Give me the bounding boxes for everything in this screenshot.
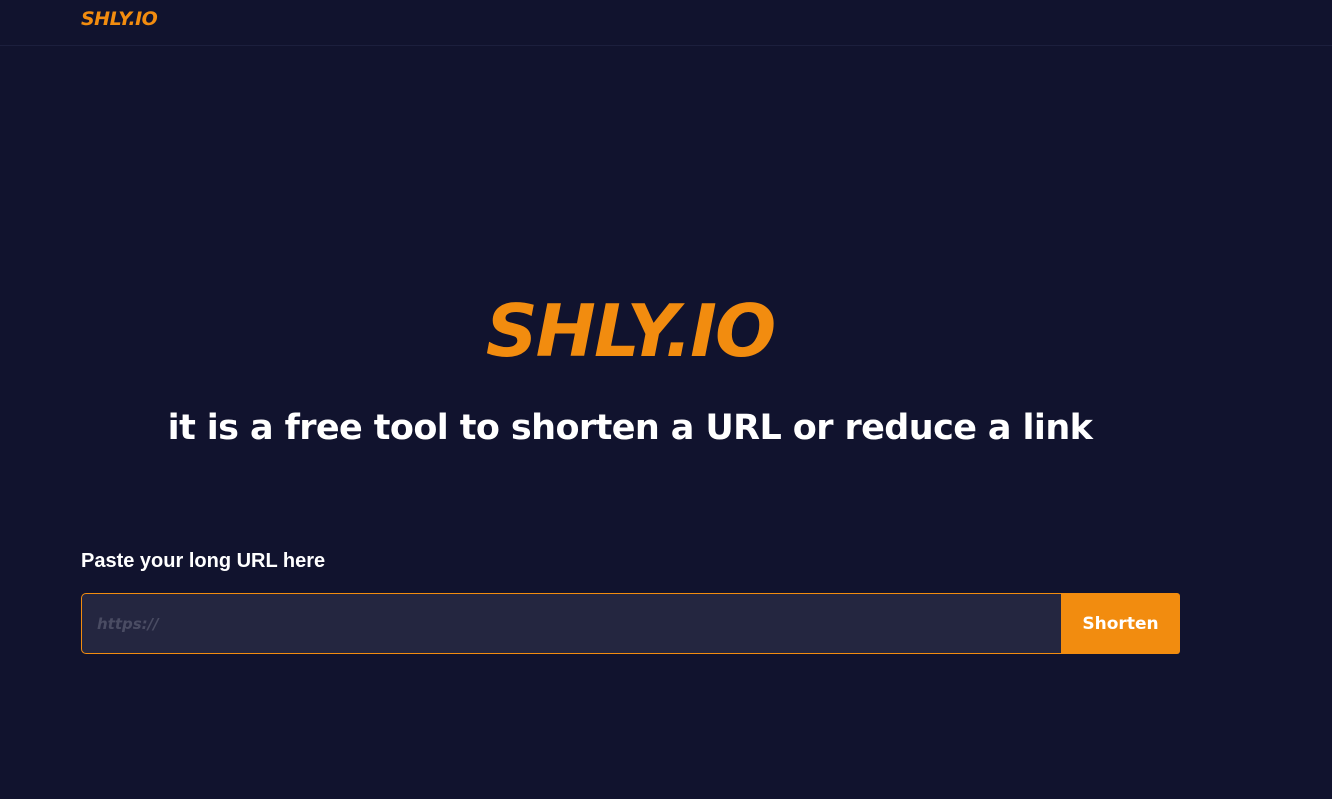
tagline: it is a free tool to shorten a URL or re…: [167, 408, 1093, 448]
url-input-label: Paste your long URL here: [81, 550, 326, 572]
shorten-form: Shorten: [81, 593, 1180, 654]
url-input[interactable]: [81, 593, 1061, 654]
nav-logo[interactable]: SHLY.IO: [81, 8, 158, 30]
navbar: SHLY.IO: [0, 0, 1332, 46]
shorten-button[interactable]: Shorten: [1061, 593, 1180, 654]
hero-logo: SHLY.IO: [485, 289, 776, 373]
page: SHLY.IO SHLY.IO it is a free tool to sho…: [0, 0, 1332, 799]
